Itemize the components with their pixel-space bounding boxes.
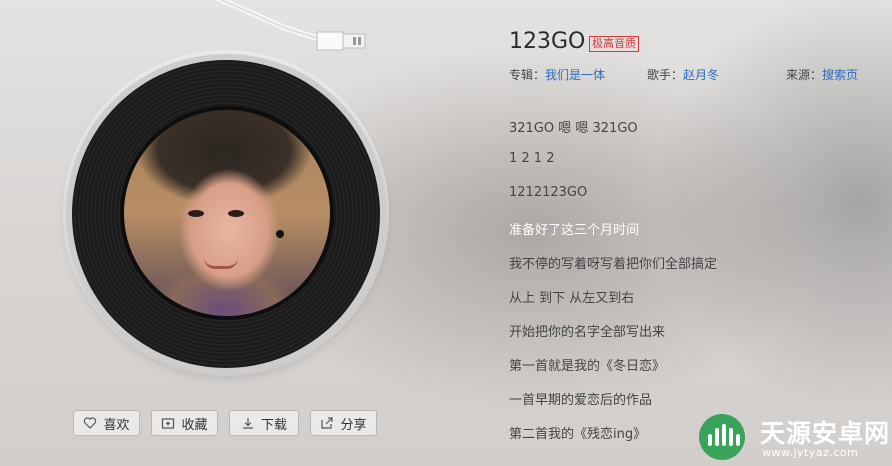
lyric-line: 一首早期的爱恋后的作品 (509, 393, 653, 408)
share-icon (321, 417, 334, 429)
artist-label: 歌手： (647, 68, 684, 82)
artist-info: 歌手：赵月冬 (647, 66, 719, 83)
download-icon (242, 418, 253, 429)
artist-link[interactable]: 赵月冬 (683, 68, 719, 82)
avatar-earring (276, 230, 284, 238)
lyric-line-current: 准备好了这三个月时间 (509, 223, 640, 238)
avatar-eye-left (188, 210, 204, 217)
lyric-line: 1 2 1 2 (509, 151, 555, 166)
like-button-label: 喜欢 (103, 417, 130, 433)
lyric-line: 开始把你的名字全部写出来 (509, 325, 666, 340)
lyric-line: 我不停的写着呀写着把你们全部搞定 (509, 257, 718, 272)
lyric-line: 第二首我的《残恋ing》 (509, 427, 647, 442)
share-button[interactable]: 分享 (310, 410, 377, 436)
lyric-line: 1212123GO (509, 185, 588, 200)
quality-badge: 极高音质 (589, 36, 639, 52)
source-link[interactable]: 搜索页 (822, 68, 858, 82)
add-folder-icon (162, 418, 175, 429)
watermark-url: www.jytyaz.com (762, 446, 859, 459)
lyric-line: 从上 到下 从左又到右 (509, 291, 635, 306)
album-info: 专辑：我们是一体 (509, 66, 605, 83)
album-cover-avatar (124, 110, 330, 316)
collect-button[interactable]: 收藏 (151, 410, 218, 436)
lyric-line: 第一首就是我的《冬日恋》 (509, 359, 666, 374)
source-label: 来源： (786, 68, 823, 82)
share-button-label: 分享 (340, 417, 367, 433)
album-label: 专辑： (509, 68, 546, 82)
collect-button-label: 收藏 (181, 417, 208, 433)
avatar-mouth (204, 258, 238, 269)
song-title: 123GO (509, 29, 586, 54)
download-button[interactable]: 下载 (229, 410, 299, 436)
avatar-eye-right (228, 210, 244, 217)
heart-icon (84, 417, 97, 429)
watermark-name: 天源安卓网 (760, 419, 891, 448)
album-link[interactable]: 我们是一体 (545, 68, 605, 82)
source-info: 来源：搜索页 (786, 66, 858, 83)
lyric-line: 321GO 嗯 嗯 321GO (509, 121, 638, 136)
download-button-label: 下载 (260, 417, 287, 433)
like-button[interactable]: 喜欢 (73, 410, 140, 436)
